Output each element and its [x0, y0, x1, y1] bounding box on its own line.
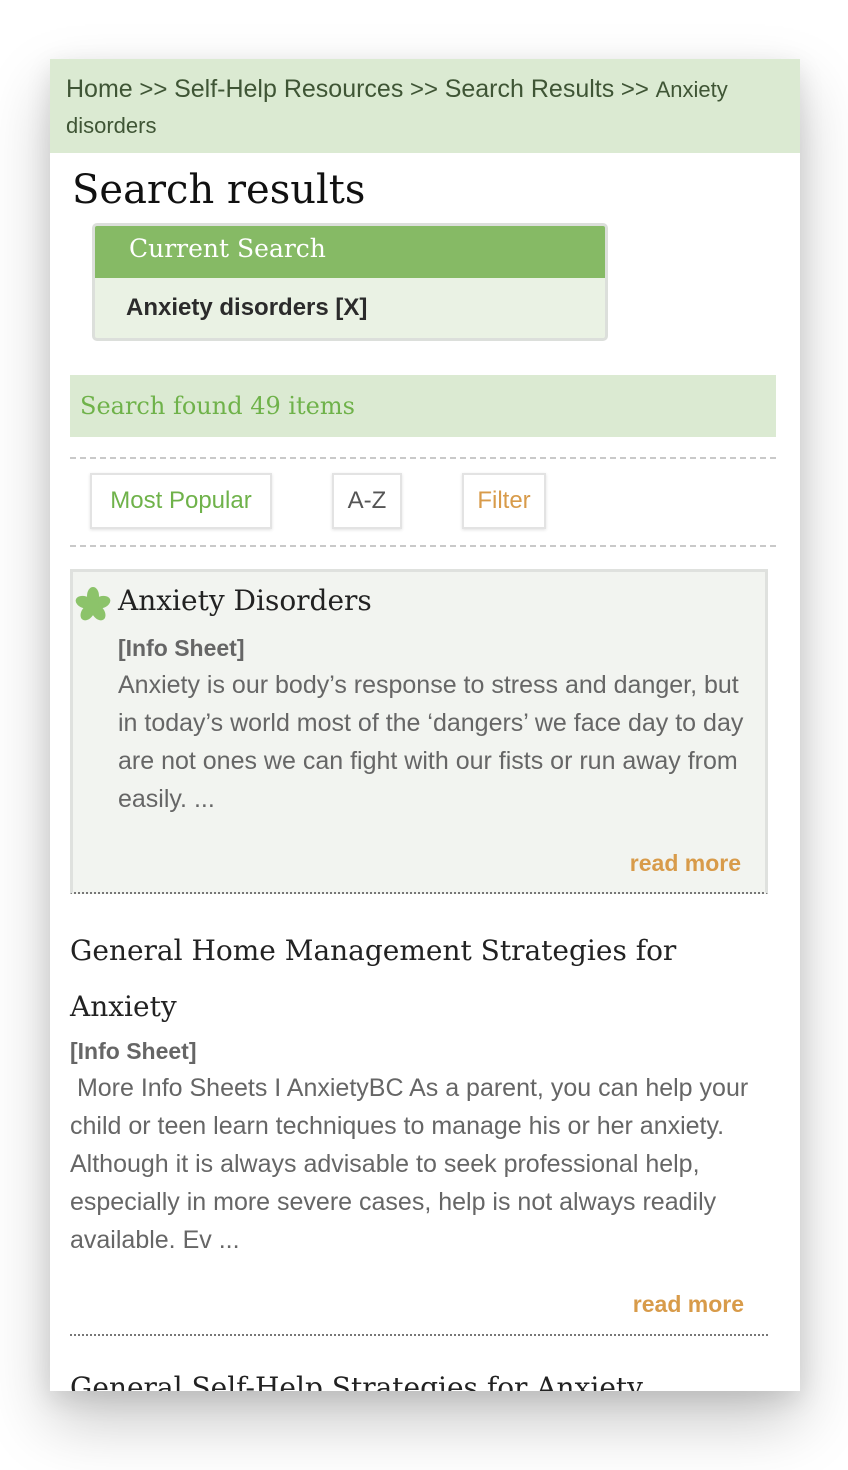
- breadcrumb-home-link[interactable]: Home: [66, 75, 133, 103]
- current-search-heading: Current Search: [95, 226, 605, 278]
- result-item: General Home Management Strategies for A…: [70, 905, 768, 1336]
- current-search-box: Current Search Anxiety disorders [X]: [92, 223, 608, 341]
- current-search-term-remove[interactable]: Anxiety disorders [X]: [95, 278, 605, 322]
- breadcrumb-search-results-link[interactable]: Search Results: [445, 75, 615, 103]
- read-more-link[interactable]: read more: [630, 850, 741, 877]
- breadcrumb-separator: >>: [410, 76, 439, 103]
- filter-button[interactable]: Filter: [462, 473, 546, 529]
- sort-az-button[interactable]: A-Z: [332, 473, 402, 529]
- result-excerpt: More Info Sheets I AnxietyBC As a parent…: [70, 1074, 756, 1254]
- read-more-link[interactable]: read more: [633, 1291, 744, 1318]
- breadcrumb-separator: >>: [620, 76, 649, 103]
- page-title: Search results: [72, 167, 366, 213]
- result-excerpt: Anxiety is our body’s response to stress…: [118, 671, 744, 813]
- breadcrumb-separator: >>: [139, 76, 168, 103]
- result-title-link[interactable]: Anxiety Disorders: [118, 584, 372, 617]
- search-count: Search found 49 items: [70, 375, 776, 437]
- sort-bar: Most Popular A-Z Filter: [70, 457, 776, 547]
- result-item: General Self-Help Strategies for Anxiety: [70, 1371, 768, 1391]
- result-type: [Info Sheet]: [118, 635, 245, 661]
- breadcrumb: Home >> Self-Help Resources >> Search Re…: [50, 59, 800, 153]
- breadcrumb-self-help-link[interactable]: Self-Help Resources: [174, 75, 403, 103]
- star-icon: [75, 587, 111, 621]
- page-container: Home >> Self-Help Resources >> Search Re…: [50, 59, 800, 1391]
- result-type: [Info Sheet]: [70, 1038, 197, 1064]
- result-item: Anxiety Disorders [Info Sheet] Anxiety i…: [70, 569, 768, 894]
- sort-most-popular-button[interactable]: Most Popular: [90, 473, 272, 529]
- result-title-link[interactable]: General Self-Help Strategies for Anxiety: [70, 1371, 768, 1391]
- result-title-link[interactable]: General Home Management Strategies for A…: [70, 923, 760, 1035]
